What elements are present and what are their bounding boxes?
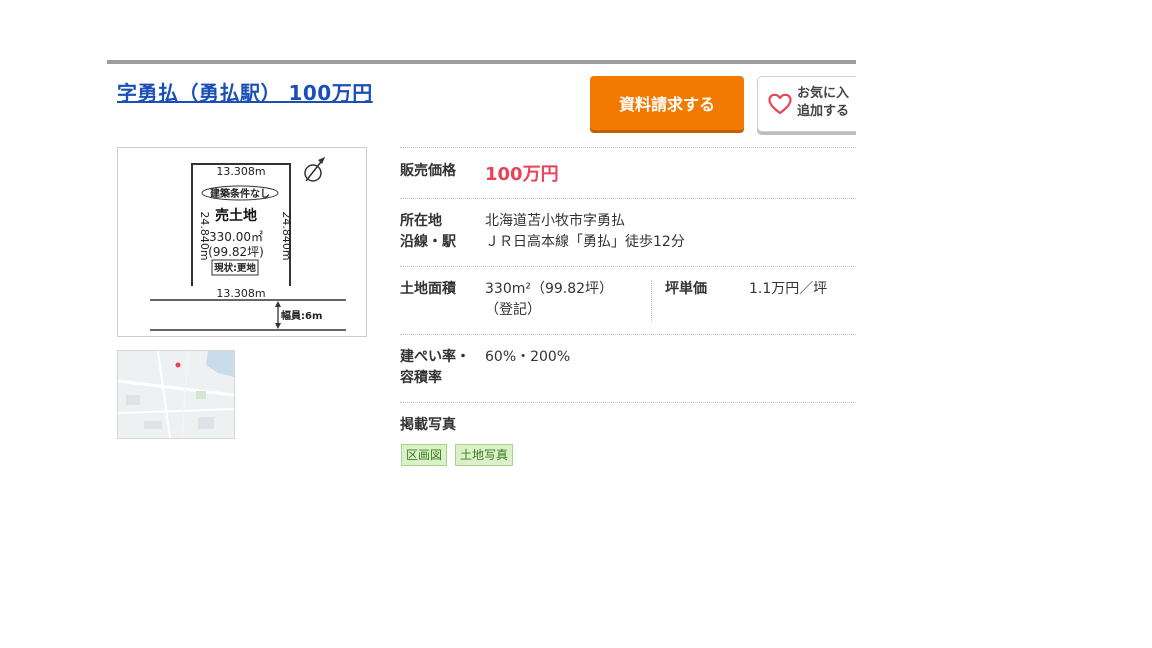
plan-status: 現状:更地 — [214, 262, 256, 274]
road-width: 幅員:6m — [281, 309, 322, 322]
request-info-button[interactable]: 資料請求する — [590, 76, 744, 130]
divider — [400, 198, 856, 199]
land-area-label: 土地面積 — [400, 281, 456, 297]
divider — [400, 334, 856, 335]
divider — [400, 147, 856, 148]
land-type: 売土地 — [215, 207, 257, 224]
photos-label: 掲載写真 — [400, 417, 456, 433]
plan-tsubo: (99.82坪) — [208, 245, 264, 259]
photo-tag-land-photo[interactable]: 土地写真 — [455, 444, 514, 466]
heart-icon — [768, 93, 792, 115]
bottom-width: 13.308m — [216, 287, 265, 300]
right-depth: 24.840m — [280, 211, 293, 260]
photo-tag-lot-plan[interactable]: 区画図 — [401, 444, 448, 466]
top-width: 13.308m — [216, 165, 265, 178]
ratio-value: 60%・200% — [485, 349, 571, 365]
condition-label: 建築条件なし — [209, 187, 270, 200]
divider — [400, 402, 856, 403]
land-area-note: （登記） — [485, 302, 541, 318]
top-rule — [107, 60, 856, 64]
land-area-value: 330m²（99.82坪） — [485, 281, 614, 297]
price-value: 100万円 — [485, 164, 559, 185]
column-divider — [651, 280, 652, 322]
address-label: 所在地 — [400, 213, 442, 229]
price-label: 販売価格 — [400, 163, 456, 179]
lot-plan-image[interactable]: 建築条件なし 13.308m 13.308m 24.840m 24.840m 売… — [117, 147, 367, 337]
compass-icon — [304, 157, 325, 182]
line-label: 沿線・駅 — [400, 234, 456, 250]
tsubo-price-label: 坪単価 — [665, 281, 707, 297]
property-listing-card: 字勇払（勇払駅） 100万円 資料請求する お気に入 追加する 建築条件なし 1… — [107, 60, 856, 480]
divider — [400, 266, 856, 267]
lot-plan-drawing: 建築条件なし 13.308m 13.308m 24.840m 24.840m 売… — [150, 157, 346, 331]
map-pin-icon — [175, 362, 181, 368]
add-favorite-label: お気に入 追加する — [797, 86, 850, 119]
address-value: 北海道苫小牧市字勇払 — [485, 213, 625, 229]
request-info-label: 資料請求する — [618, 95, 715, 114]
add-favorite-button[interactable]: お気に入 追加する — [757, 76, 856, 132]
plan-area: 330.00㎡ — [209, 230, 263, 244]
ratio-label-2: 容積率 — [400, 370, 442, 386]
listing-title-link[interactable]: 字勇払（勇払駅） 100万円 — [117, 77, 373, 106]
map-thumbnail[interactable] — [117, 350, 235, 439]
line-value: ＪＲ日高本線「勇払」徒歩12分 — [485, 234, 685, 250]
map-image — [118, 351, 234, 438]
tsubo-price-value: 1.1万円／坪 — [749, 281, 828, 297]
ratio-label-1: 建ぺい率・ — [400, 349, 470, 365]
